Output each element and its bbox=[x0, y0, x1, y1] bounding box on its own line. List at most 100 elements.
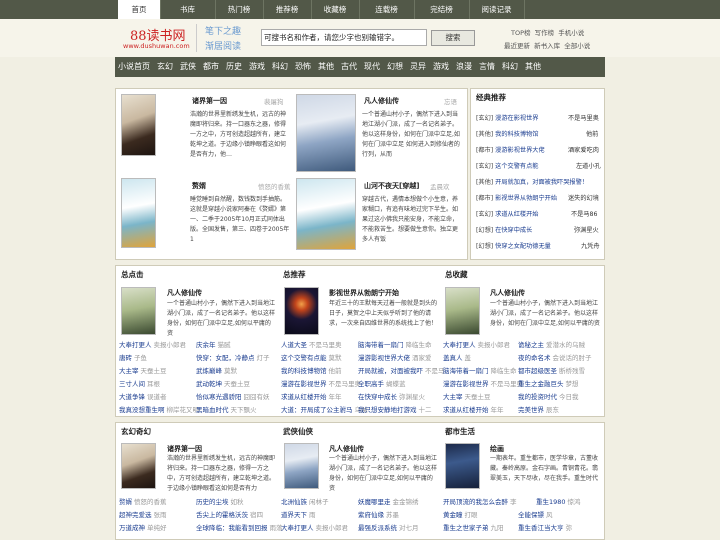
rank-link[interactable]: 脑海带着一扇门 降临生命 bbox=[358, 339, 432, 349]
classic-row[interactable]: [其他] 我的科技博物馆 他前 bbox=[476, 129, 598, 138]
book-title[interactable]: 诸界第一因 bbox=[192, 96, 227, 106]
genre-link[interactable]: 妖魔哪里走 金金锦绣 bbox=[358, 496, 419, 506]
book-title[interactable]: 山河不夜天[穿越] bbox=[364, 181, 419, 191]
classic-row[interactable]: [都市] 漫游影视世界大佬 酒家爱吃肉 bbox=[476, 145, 599, 154]
cat-item[interactable]: 恐怖 bbox=[295, 57, 311, 77]
cat-item[interactable]: 幻想 bbox=[387, 57, 403, 77]
link-newbooks[interactable]: 新书入库 bbox=[534, 42, 560, 50]
rank-link[interactable]: 求道从红楼开始 年年 bbox=[281, 391, 342, 401]
rank-link[interactable]: 大道：开局成了公主驸马 乌贼 bbox=[281, 404, 368, 414]
book-cover[interactable] bbox=[121, 178, 156, 248]
cat-item[interactable]: 其他 bbox=[525, 57, 541, 77]
rank-link[interactable]: 人道大圣 不是马里奥 bbox=[281, 339, 342, 349]
genre-link[interactable]: 重生香江当大亨弥 bbox=[518, 522, 572, 532]
classic-row[interactable]: [其他] 开局就加真，对面被我吓哭报警！ bbox=[476, 177, 588, 186]
classic-row[interactable]: [幻想] 在快穿中成长 弥渊星火 bbox=[476, 225, 599, 234]
rank-link[interactable]: 武炼巅峰 莫默 bbox=[196, 365, 237, 375]
rank-link[interactable]: 这个交警有点能 莫默 bbox=[281, 352, 342, 362]
rank-link[interactable]: 盖真人盖 bbox=[443, 352, 471, 362]
rank-link[interactable]: 快穿：女配，冷静点 灯子 bbox=[196, 352, 270, 362]
rank-link[interactable]: 全职高手 蝴蝶蓝 bbox=[358, 378, 406, 388]
rank-link[interactable]: 三寸人间 耳根 bbox=[119, 378, 160, 388]
genre-link[interactable]: 万道成神 单纯好 bbox=[119, 522, 167, 532]
rank-link[interactable]: 大奉打更人 卖报小郎君 bbox=[119, 339, 186, 349]
book-cover[interactable] bbox=[296, 178, 356, 250]
link-top[interactable]: TOP榜 bbox=[511, 29, 531, 37]
genre-link[interactable]: 赘婿 愤怒的香蕉 bbox=[119, 496, 167, 506]
book-cover[interactable] bbox=[121, 287, 156, 335]
genre-link[interactable]: 最强反派系统 对七月 bbox=[358, 522, 419, 532]
rank-link[interactable]: 完美世界 辰东 bbox=[518, 404, 559, 414]
cat-item[interactable]: 现代 bbox=[364, 57, 380, 77]
book-title[interactable]: 绘画 bbox=[490, 444, 504, 454]
rank-link[interactable]: 黑暗血时代 天下飘火 bbox=[196, 404, 257, 414]
book-cover[interactable] bbox=[445, 287, 480, 335]
cat-item[interactable]: 科幻 bbox=[502, 57, 518, 77]
cat-item[interactable]: 言情 bbox=[479, 57, 495, 77]
rank-link[interactable]: 脑海带着一扇门 降临生命 bbox=[443, 365, 517, 375]
rank-link[interactable]: 庆余年 猫腻 bbox=[196, 339, 231, 349]
genre-link[interactable]: 全能保镖风 bbox=[518, 509, 553, 519]
rank-link[interactable]: 夜的命名术 会说话的肘子 bbox=[518, 352, 592, 362]
rank-link[interactable]: 我只想安静地打游戏 十二 bbox=[358, 404, 432, 414]
book-cover[interactable] bbox=[121, 443, 156, 489]
rank-link[interactable]: 大主宰 天蚕土豆 bbox=[443, 391, 491, 401]
genre-link[interactable]: 黄金瞳 打眼 bbox=[443, 509, 478, 519]
classic-row[interactable]: [玄幻] 求道从红楼开始 不是马86 bbox=[476, 209, 597, 218]
cat-item[interactable]: 历史 bbox=[226, 57, 242, 77]
cat-item[interactable]: 小说首页 bbox=[118, 57, 150, 77]
nav-history[interactable]: 阅读记录 bbox=[469, 0, 524, 19]
classic-row[interactable]: [玄幻] 这个交警有点能 左道小孔 bbox=[476, 161, 601, 170]
rank-link[interactable]: 大主宰 天蚕土豆 bbox=[119, 365, 167, 375]
rank-link[interactable]: 我的投资时代 今日我 bbox=[518, 391, 579, 401]
rank-link[interactable]: 求道从红楼开始 年年 bbox=[443, 404, 504, 414]
rank-link[interactable]: 大道争锋 误道者 bbox=[119, 391, 167, 401]
link-mobile[interactable]: 手机小说 bbox=[558, 29, 584, 37]
cat-item[interactable]: 游戏 bbox=[433, 57, 449, 77]
nav-home[interactable]: 首页 bbox=[118, 0, 160, 19]
rank-link[interactable]: 重生之金融巨头 梦想 bbox=[518, 378, 579, 388]
book-cover[interactable] bbox=[284, 443, 319, 489]
nav-recommend[interactable]: 推荐榜 bbox=[263, 0, 311, 19]
book-title[interactable]: 诸界第一因 bbox=[167, 444, 202, 454]
genre-link[interactable]: 北洲仙族 闲林子 bbox=[281, 496, 329, 506]
cat-item[interactable]: 游戏 bbox=[249, 57, 265, 77]
book-title[interactable]: 凡人修仙传 bbox=[364, 96, 399, 106]
link-latest[interactable]: 最近更新 bbox=[504, 42, 530, 50]
genre-link[interactable]: 重生1980 惊鸿 bbox=[536, 496, 581, 506]
nav-library[interactable]: 书库 bbox=[160, 0, 215, 19]
cat-item[interactable]: 其他 bbox=[318, 57, 334, 77]
cat-item[interactable]: 武侠 bbox=[180, 57, 196, 77]
classic-row[interactable]: [都市] 影视世界从勃朗宁开始 迷失的幻境 bbox=[476, 193, 599, 202]
rank-link[interactable]: 大奉打更人 卖报小郎君 bbox=[443, 339, 510, 349]
classic-row[interactable]: [幻想] 快穿之女配功德无量 九凭舟 bbox=[476, 241, 600, 250]
book-cover[interactable] bbox=[284, 287, 319, 335]
cat-item[interactable]: 古代 bbox=[341, 57, 357, 77]
genre-link[interactable]: 开局顶流的我怎么会醉李 bbox=[443, 496, 517, 506]
nav-finished[interactable]: 完结榜 bbox=[414, 0, 469, 19]
genre-link[interactable]: 历史的尘埃 如秋 bbox=[196, 496, 244, 506]
book-cover[interactable] bbox=[445, 443, 480, 489]
link-all[interactable]: 全部小说 bbox=[564, 42, 590, 50]
search-button[interactable]: 搜索 bbox=[431, 30, 475, 46]
book-title[interactable]: 赘婿 bbox=[192, 181, 206, 191]
classic-row[interactable]: [玄幻] 漫游在影视世界 不是马里奥 bbox=[476, 113, 599, 122]
book-cover[interactable] bbox=[296, 94, 356, 172]
genre-link[interactable]: 大奉打更人 卖报小郎君 bbox=[281, 522, 348, 532]
link-write[interactable]: 写作榜 bbox=[535, 29, 555, 37]
book-title[interactable]: 凡人修仙传 bbox=[490, 288, 525, 298]
genre-link[interactable]: 紫府仙缘 苏墨 bbox=[358, 509, 399, 519]
search-input[interactable]: 可搜书名和作者，请您少字也别输错字。 bbox=[261, 29, 427, 46]
rank-link[interactable]: 我的科技博物馆 他前 bbox=[281, 365, 342, 375]
cat-item[interactable]: 都市 bbox=[203, 57, 219, 77]
rank-link[interactable]: 都市超级医圣 断桥残雪 bbox=[518, 365, 585, 375]
cat-item[interactable]: 玄幻 bbox=[157, 57, 173, 77]
book-title[interactable]: 凡人修仙传 bbox=[329, 444, 364, 454]
nav-favorite[interactable]: 收藏榜 bbox=[311, 0, 359, 19]
rank-link[interactable]: 漫游在影视世界 不是马里奥 bbox=[281, 378, 361, 388]
cat-item[interactable]: 科幻 bbox=[272, 57, 288, 77]
rank-link[interactable]: 漫游在影视世界 不是马里奥 bbox=[443, 378, 523, 388]
cat-item[interactable]: 浪漫 bbox=[456, 57, 472, 77]
rank-link[interactable]: 在快穿中成长 弥渊星火 bbox=[358, 391, 425, 401]
rank-link[interactable]: 我真没想重生啊 柳岸花又明 bbox=[119, 404, 199, 414]
